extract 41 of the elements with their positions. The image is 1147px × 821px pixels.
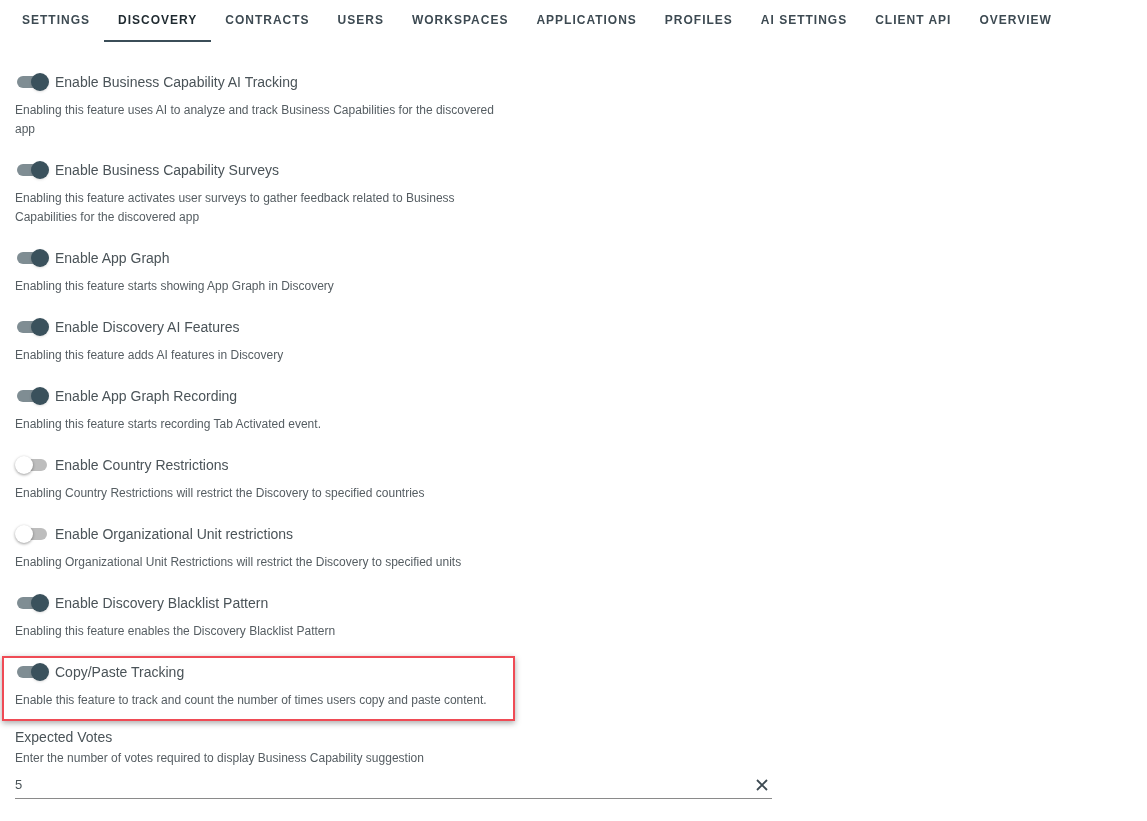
setting-description: Enable this feature to track and count the number of times users copy and paste content. (15, 692, 488, 709)
field-label: Expected Votes (15, 728, 114, 747)
setting-label: Enable Discovery Blacklist Pattern (55, 593, 269, 613)
tab[interactable]: APPLICATIONS (522, 0, 651, 42)
toggle-switch[interactable] (15, 248, 49, 268)
setting-description: Enabling Country Restrictions will restrict the Discovery to specified countries (15, 485, 426, 502)
setting-label: Copy/Paste Tracking (55, 662, 185, 682)
toggle-switch[interactable] (15, 160, 49, 180)
tab[interactable]: PROFILES (650, 0, 747, 42)
tab[interactable]: CLIENT API (861, 0, 966, 42)
setting-description: Enabling this feature activates user surveys to gather feedback related to Business Capabilities for the discovered app (15, 190, 456, 226)
tab[interactable]: SETTINGS (8, 0, 104, 42)
tab[interactable]: AI SETTINGS (746, 0, 862, 42)
setting-description: Enabling this feature adds AI features in Discovery (15, 347, 285, 364)
toggle-switch[interactable] (15, 72, 49, 92)
setting-label: Enable App Graph Recording (55, 386, 238, 406)
setting-description: Enabling this feature starts recording Tab Activated event. (15, 416, 322, 433)
toggle-switch[interactable] (15, 662, 49, 682)
setting-label: Enable Business Capability Surveys (55, 160, 280, 180)
tab[interactable]: CONTRACTS (211, 0, 324, 42)
toggle-switch[interactable] (15, 524, 49, 544)
tab[interactable]: USERS (323, 0, 398, 42)
setting-label: Enable Country Restrictions (55, 455, 229, 475)
setting-description: Enabling this feature starts showing App Graph in Discovery (15, 278, 335, 295)
clear-icon[interactable] (755, 777, 769, 792)
tab[interactable]: WORKSPACES (397, 0, 523, 42)
setting-label: Enable Discovery AI Features (55, 317, 240, 337)
setting-description: Enabling Organizational Unit Restrictions will restrict the Discovery to specified units (15, 554, 463, 571)
toggle-switch[interactable] (15, 317, 49, 337)
setting-description: Enabling this feature enables the Discovery Blacklist Pattern (15, 623, 337, 640)
toggle-switch[interactable] (15, 455, 49, 475)
setting-label: Enable Business Capability AI Tracking (55, 72, 298, 92)
setting-label: Enable App Graph (55, 248, 170, 268)
votes-input[interactable]: 5 (15, 774, 755, 795)
toggle-switch[interactable] (15, 593, 49, 613)
field-hint: Enter the number of votes required to display Business Capability suggestion (15, 750, 425, 767)
setting-label: Enable Organizational Unit restrictions (55, 524, 294, 544)
toggle-switch[interactable] (15, 386, 49, 406)
setting-description: Enabling this feature uses AI to analyze and track Business Capabilities for the discovered app (15, 102, 495, 138)
tab[interactable]: OVERVIEW (965, 0, 1066, 42)
tab[interactable]: DISCOVERY (104, 0, 212, 42)
